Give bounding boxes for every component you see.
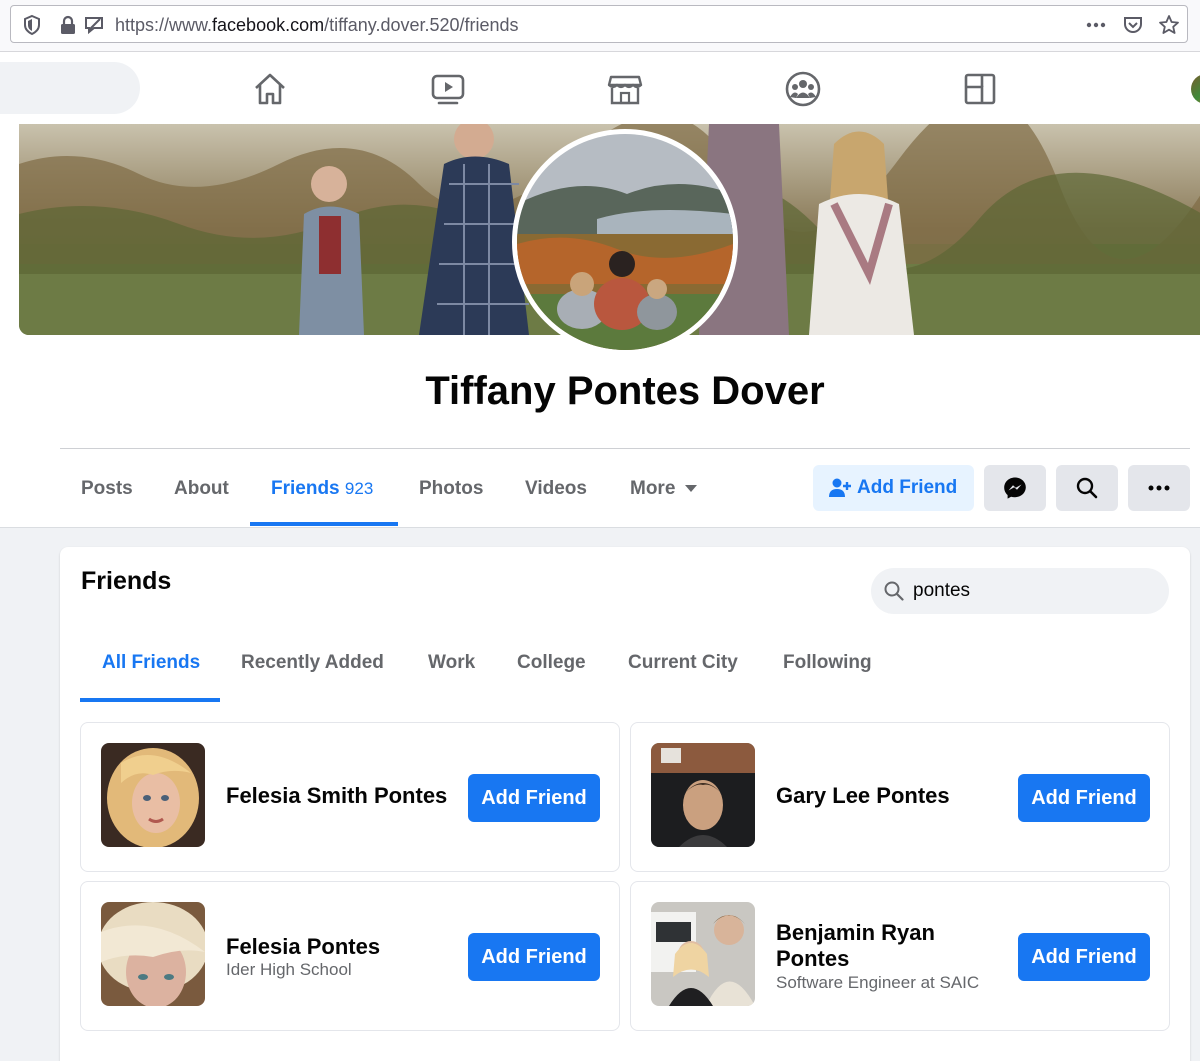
friends-count: 923 [344,479,374,498]
friend-name[interactable]: Gary Lee Pontes [776,783,950,809]
tab-friends-label: Friends [271,478,340,499]
url-prefix: https://www. [115,15,213,35]
more-options-button[interactable] [1128,465,1190,511]
tracking-shield-icon[interactable] [21,14,43,36]
messenger-icon [1004,477,1026,499]
friend-name-line1: Benjamin Ryan [776,920,935,945]
friend-add-button[interactable]: Add Friend [1018,933,1150,981]
marketplace-icon[interactable] [605,69,645,109]
friend-photo-image [651,743,755,847]
active-tab-indicator [250,522,398,526]
caret-down-icon [685,485,698,493]
friend-card: Felesia Pontes Ider High School Add Frie… [80,881,620,1031]
tab-friends[interactable]: Friends 923 [271,478,373,500]
friend-photo[interactable] [651,743,755,847]
lock-icon[interactable] [57,14,79,36]
subtab-recently-added[interactable]: Recently Added [241,652,384,674]
url-path: /tiffany.dover.520/friends [324,15,519,35]
watch-icon[interactable] [428,69,468,109]
active-subtab-indicator [80,698,220,702]
friend-name[interactable]: Benjamin Ryan Pontes [776,920,935,972]
friends-search-input[interactable] [913,568,1153,614]
tab-photos[interactable]: Photos [419,478,483,500]
browser-toolbar: https://www.facebook.com/tiffany.dover.5… [0,0,1200,52]
pocket-icon[interactable] [1122,14,1144,36]
profile-picture-image [517,134,733,350]
friend-photo-image [101,902,205,1006]
profile-name: Tiffany Pontes Dover [425,369,825,413]
friend-photo-image [651,902,755,1006]
subtab-current-city[interactable]: Current City [628,652,738,674]
tab-more-label: More [630,478,676,499]
facebook-top-nav [0,52,1200,124]
home-icon[interactable] [250,69,290,109]
facebook-search-pill[interactable] [0,62,140,114]
subtab-following[interactable]: Following [783,652,872,674]
add-person-icon [829,478,851,497]
friend-name[interactable]: Felesia Pontes [226,934,380,960]
search-icon [884,581,904,601]
groups-icon[interactable] [783,69,823,109]
friend-photo[interactable] [101,743,205,847]
bookmark-star-icon[interactable] [1158,14,1180,36]
url-text[interactable]: https://www.facebook.com/tiffany.dover.5… [115,15,519,36]
friend-card: Gary Lee Pontes Add Friend [630,722,1170,872]
search-icon [1076,477,1098,499]
header-divider [60,448,1190,449]
tab-posts[interactable]: Posts [81,478,133,500]
subtab-college[interactable]: College [517,652,586,674]
gaming-icon[interactable] [960,69,1000,109]
search-profile-button[interactable] [1056,465,1118,511]
subtab-work[interactable]: Work [428,652,475,674]
add-friend-button[interactable]: Add Friend [813,465,974,511]
friend-photo[interactable] [651,902,755,1006]
friend-subtitle: Software Engineer at SAIC [776,973,980,992]
friend-photo[interactable] [101,902,205,1006]
friends-title: Friends [81,567,172,595]
profile-picture[interactable] [512,129,738,355]
friend-photo-image [101,743,205,847]
message-button[interactable] [984,465,1046,511]
friends-section: Friends All Friends Recently Added Work … [60,547,1190,1061]
ellipsis-icon [1148,485,1170,491]
friend-add-button[interactable]: Add Friend [468,933,600,981]
friend-name-line2: Pontes [776,946,850,971]
add-friend-label: Add Friend [857,477,958,498]
friend-card: Felesia Smith Pontes Add Friend [80,722,620,872]
tab-videos[interactable]: Videos [525,478,587,500]
profile-header: Tiffany Pontes Dover Posts About Friends… [0,124,1200,528]
page-actions-icon[interactable] [1085,14,1107,36]
friend-card: Benjamin Ryan Pontes Software Engineer at… [630,881,1170,1031]
friend-name[interactable]: Felesia Smith Pontes [226,783,447,809]
url-domain: facebook.com [212,15,325,35]
friends-search-field[interactable] [871,568,1169,614]
friend-add-button[interactable]: Add Friend [468,774,600,822]
permissions-icon[interactable] [83,14,105,36]
address-bar[interactable]: https://www.facebook.com/tiffany.dover.5… [10,5,1188,43]
account-avatar[interactable] [1191,74,1200,104]
friend-add-button[interactable]: Add Friend [1018,774,1150,822]
tab-about[interactable]: About [174,478,229,500]
tab-more[interactable]: More [630,478,698,500]
friend-subtitle: Ider High School [226,960,352,979]
subtab-all-friends[interactable]: All Friends [102,652,200,674]
